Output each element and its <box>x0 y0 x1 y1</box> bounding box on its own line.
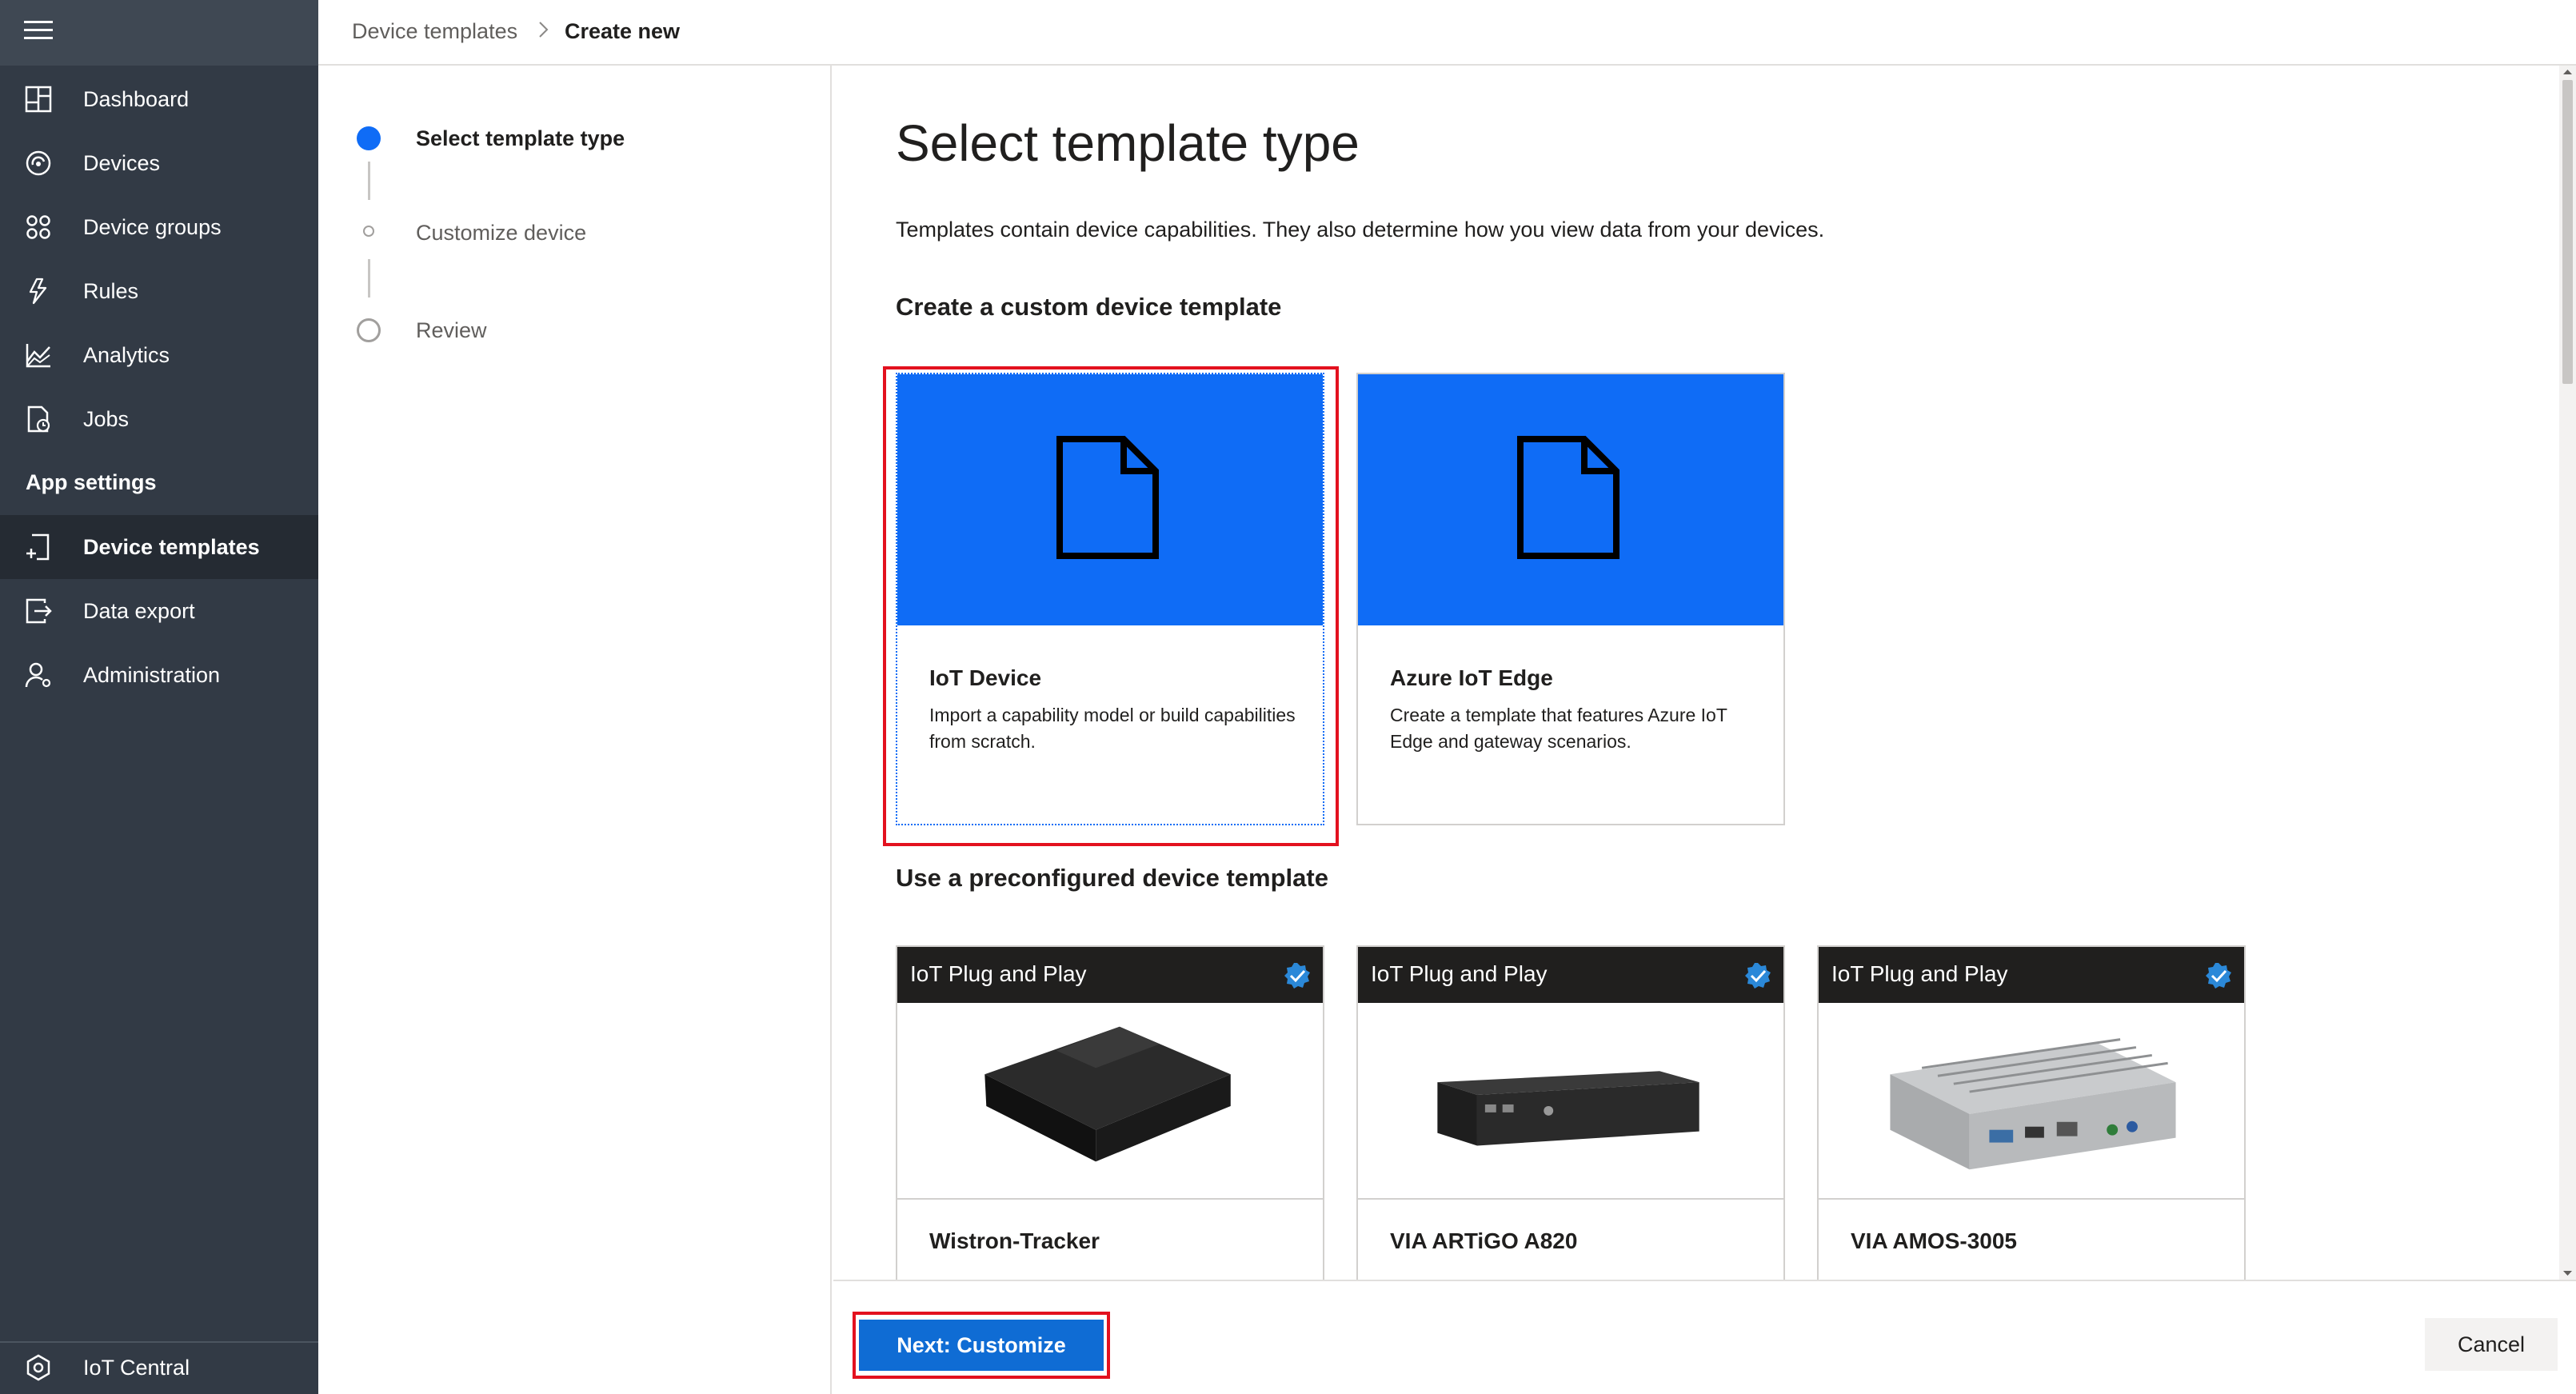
nav-item-dashboard[interactable]: Dashboard <box>0 67 318 131</box>
certified-badge-icon <box>1284 963 1310 989</box>
next-customize-button[interactable]: Next: Customize <box>859 1320 1104 1371</box>
document-icon <box>1056 436 1159 559</box>
nav-item-label: Administration <box>83 662 221 687</box>
azure-iot-edge-card[interactable]: Azure IoT Edge Create a template that fe… <box>1356 373 1785 825</box>
device-image <box>1819 1038 2244 1200</box>
step-indicator-active <box>357 126 381 150</box>
card-banner <box>897 374 1323 625</box>
iot-device-card[interactable]: IoT Device Import a capability model or … <box>896 373 1324 825</box>
nav-item-label: Jobs <box>83 406 130 431</box>
card-header-label: IoT Plug and Play <box>910 961 1087 986</box>
via-amos-3005-card[interactable]: IoT Plug and Play VIA AMOS-3005 <box>1817 945 2246 1280</box>
nav-item-administration[interactable]: Administration <box>0 643 318 707</box>
device-image <box>1358 1071 1783 1200</box>
card-title: VIA ARTiGO A820 <box>1390 1228 1578 1253</box>
step-indicator-pending <box>357 318 381 342</box>
nav-item-label: Analytics <box>83 342 170 367</box>
breadcrumb-device-templates[interactable]: Device templates <box>352 19 517 44</box>
card-header: IoT Plug and Play <box>897 947 1323 1003</box>
document-icon <box>1517 436 1619 559</box>
device-image <box>897 1026 1323 1200</box>
nav-item-iot-central[interactable]: IoT Central <box>0 1344 318 1392</box>
chevron-right-icon <box>539 22 549 38</box>
action-bar: Next: Customize Cancel <box>833 1280 2576 1394</box>
step-select-template-type[interactable]: Select template type <box>416 126 625 151</box>
step-review[interactable]: Review <box>416 318 487 343</box>
nav-item-analytics[interactable]: Analytics <box>0 323 318 387</box>
left-navigation: Dashboard Devices Device groups Rules An… <box>0 0 318 1394</box>
nav-item-label: Device groups <box>83 214 222 239</box>
analytics-icon <box>26 344 50 368</box>
rules-icon <box>29 278 47 305</box>
dashboard-icon <box>25 86 52 113</box>
card-title: Azure IoT Edge <box>1390 665 1553 690</box>
nav-item-device-templates[interactable]: Device templates <box>0 515 318 579</box>
breadcrumb: Device templates Create new <box>318 0 2576 66</box>
device-groups-icon <box>26 215 50 239</box>
step-connector <box>368 162 370 200</box>
main-content: Select template type Templates contain d… <box>833 66 2570 1280</box>
card-description: Create a template that features Azure Io… <box>1390 705 1727 752</box>
via-artigo-a820-card[interactable]: IoT Plug and Play VIA ARTiGO A820 <box>1356 945 1785 1280</box>
card-banner <box>1358 374 1783 625</box>
app-settings-heading: App settings <box>26 470 157 494</box>
card-title: VIA AMOS-3005 <box>1851 1228 2017 1253</box>
nav-item-label: Device templates <box>83 534 260 559</box>
nav-item-label: Data export <box>83 598 195 623</box>
nav-item-devices[interactable]: Devices <box>0 131 318 195</box>
wistron-tracker-card[interactable]: IoT Plug and Play Wistron-Tracker <box>896 945 1324 1280</box>
nav-item-label: IoT Central <box>83 1355 190 1380</box>
card-title: IoT Device <box>929 665 1042 690</box>
nav-item-data-export[interactable]: Data export <box>0 579 318 643</box>
iot-central-icon <box>26 1354 50 1381</box>
page-description: Templates contain device capabilities. T… <box>896 218 1825 242</box>
cancel-button[interactable]: Cancel <box>2425 1318 2558 1371</box>
page-title: Select template type <box>896 114 1360 172</box>
preconfigured-template-heading: Use a preconfigured device template <box>896 864 1328 892</box>
nav-item-label: Rules <box>83 278 139 303</box>
wizard-steps: Select template type Customize device Re… <box>318 66 832 1394</box>
custom-template-heading: Create a custom device template <box>896 293 1282 321</box>
card-description: Import a capability model or build capab… <box>929 705 1296 752</box>
card-header: IoT Plug and Play <box>1819 947 2244 1003</box>
device-templates-icon <box>26 533 50 561</box>
certified-badge-icon <box>1745 963 1771 989</box>
nav-item-rules[interactable]: Rules <box>0 259 318 323</box>
data-export-icon <box>26 598 52 624</box>
nav-item-label: Devices <box>83 150 161 175</box>
nav-item-device-groups[interactable]: Device groups <box>0 195 318 259</box>
step-customize-device[interactable]: Customize device <box>416 221 586 246</box>
devices-icon <box>26 150 51 176</box>
nav-item-jobs[interactable]: Jobs <box>0 387 318 451</box>
vertical-scrollbar[interactable] <box>2559 66 2576 1280</box>
nav-item-label: Dashboard <box>83 86 190 111</box>
step-connector <box>368 259 370 298</box>
card-header-label: IoT Plug and Play <box>1831 961 2008 986</box>
step-indicator-pending <box>363 226 374 237</box>
hamburger-menu-icon[interactable] <box>24 21 53 45</box>
card-header-label: IoT Plug and Play <box>1371 961 1548 986</box>
administration-icon <box>25 662 51 688</box>
jobs-icon <box>27 405 50 433</box>
breadcrumb-create-new: Create new <box>565 19 681 43</box>
card-header: IoT Plug and Play <box>1358 947 1783 1003</box>
scroll-up-icon[interactable] <box>2559 66 2576 78</box>
scrollbar-thumb[interactable] <box>2562 80 2573 384</box>
scroll-down-icon[interactable] <box>2559 1267 2576 1280</box>
certified-badge-icon <box>2206 963 2231 989</box>
card-title: Wistron-Tracker <box>929 1228 1100 1253</box>
